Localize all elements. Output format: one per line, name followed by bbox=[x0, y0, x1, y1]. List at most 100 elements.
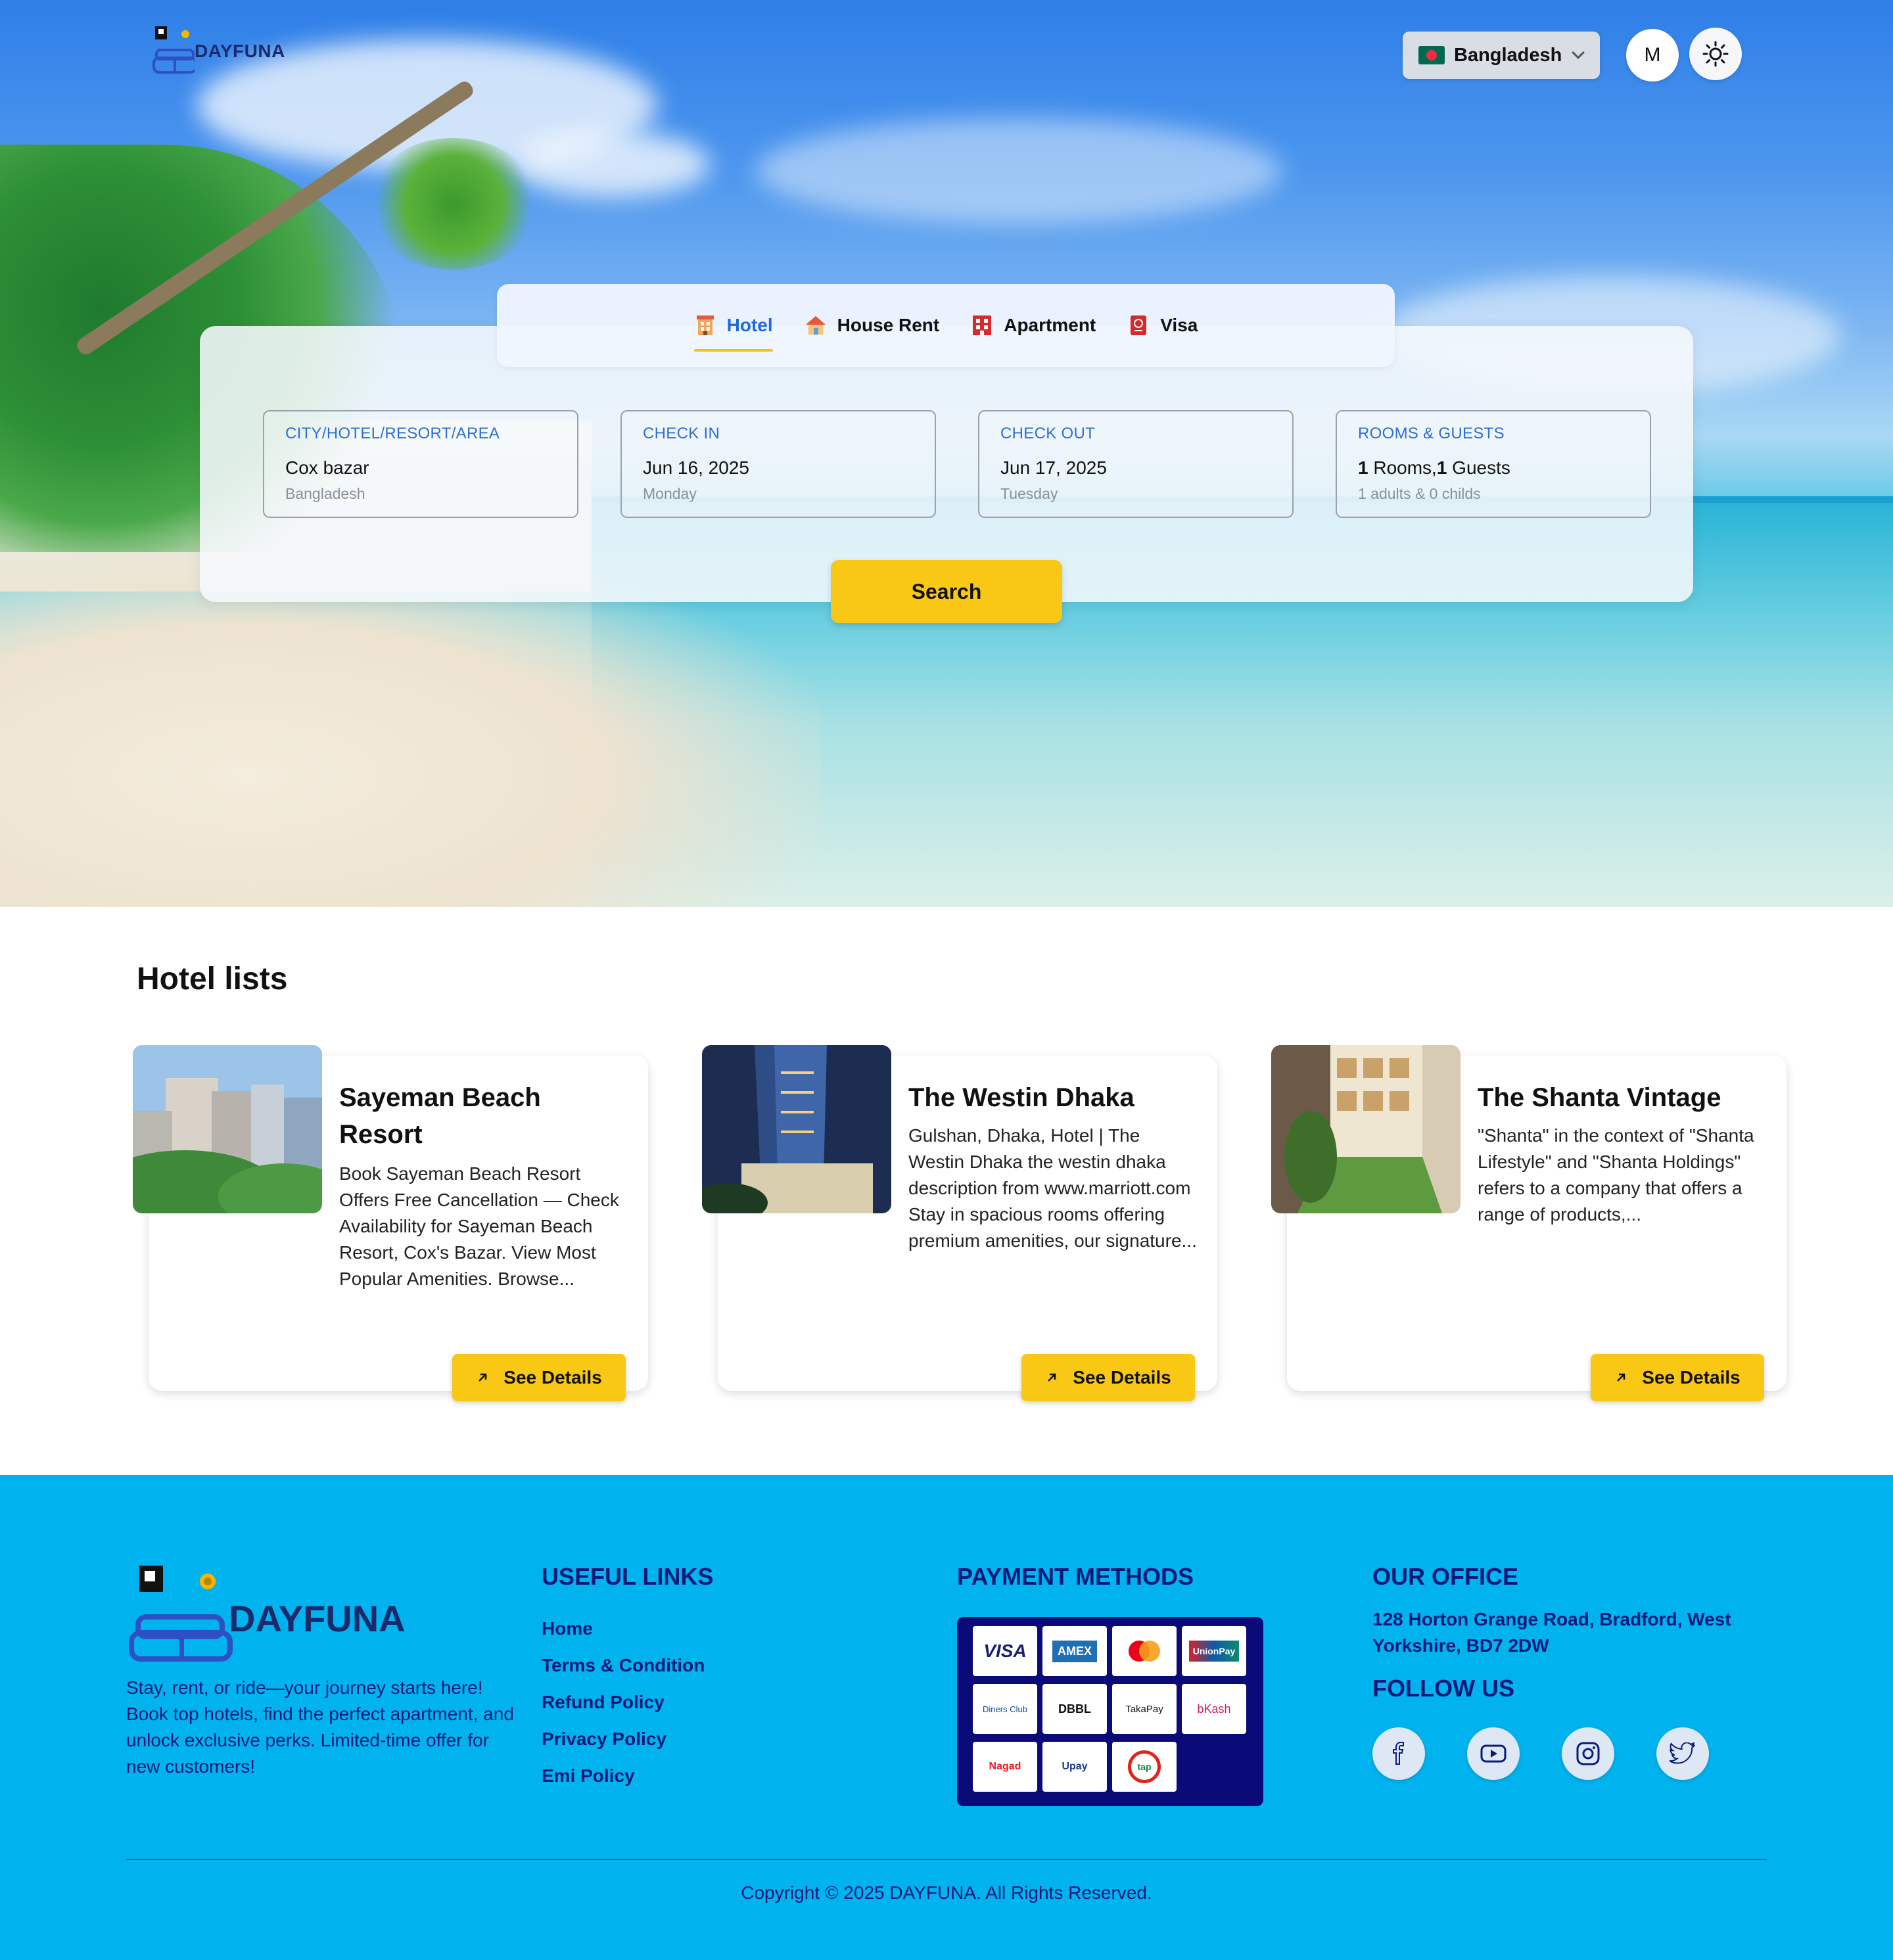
hotel-image bbox=[702, 1045, 891, 1213]
house-icon bbox=[805, 314, 827, 337]
dbbl-logo: DBBL bbox=[1042, 1684, 1107, 1734]
office-address: 128 Horton Grange Road, Bradford, West Y… bbox=[1372, 1609, 1731, 1656]
theme-toggle-button[interactable] bbox=[1689, 28, 1742, 80]
twitter-link[interactable] bbox=[1656, 1727, 1709, 1780]
field-sub: Monday bbox=[643, 485, 697, 502]
section-title: Hotel lists bbox=[137, 962, 288, 996]
field-sub: Tuesday bbox=[1000, 485, 1058, 502]
rooms-text: Rooms, bbox=[1368, 457, 1437, 478]
brand-name: DAYFUNA bbox=[195, 41, 285, 61]
sofa-logo-icon bbox=[129, 1566, 233, 1662]
upay-logo: Upay bbox=[1042, 1742, 1107, 1792]
see-details-button[interactable]: See Details bbox=[1021, 1354, 1195, 1401]
facebook-link[interactable] bbox=[1372, 1727, 1425, 1780]
footer-link-privacy[interactable]: Privacy Policy bbox=[542, 1729, 666, 1750]
brand-name: DAYFUNA bbox=[229, 1598, 406, 1639]
youtube-link[interactable] bbox=[1467, 1727, 1520, 1780]
hotel-name: The Shanta Vintage bbox=[1478, 1083, 1721, 1112]
field-value: Cox bazar bbox=[285, 457, 369, 478]
rooms-guests-field[interactable]: ROOMS & GUESTS 1 Rooms,1 Guests 1 adults… bbox=[1336, 410, 1651, 518]
hotel-image bbox=[1271, 1045, 1461, 1213]
twitter-icon bbox=[1670, 1742, 1695, 1764]
unionpay-logo: UnionPay bbox=[1182, 1626, 1246, 1676]
footer-link-terms[interactable]: Terms & Condition bbox=[542, 1655, 705, 1676]
hotel-icon bbox=[694, 314, 716, 337]
tab-visa[interactable]: Visa bbox=[1127, 306, 1198, 345]
useful-links-title: USEFUL LINKS bbox=[542, 1563, 714, 1590]
guests-count: 1 bbox=[1436, 457, 1447, 478]
palm-leaves bbox=[368, 138, 539, 269]
hotel-name: Sayeman Beach Resort bbox=[339, 1083, 541, 1149]
field-label: CHECK OUT bbox=[1000, 425, 1096, 442]
tab-apartment[interactable]: Apartment bbox=[971, 306, 1096, 345]
visa-logo: VISA bbox=[973, 1626, 1037, 1676]
payment-methods-box: VISA AMEX UnionPay Diners Club DBBL Taka… bbox=[957, 1617, 1263, 1806]
hotel-description: "Shanta" in the context of "Shanta Lifes… bbox=[1478, 1125, 1754, 1225]
amex-logo: AMEX bbox=[1042, 1626, 1107, 1676]
takapay-logo: TakaPay bbox=[1112, 1684, 1177, 1734]
field-value: Jun 17, 2025 bbox=[1000, 457, 1107, 478]
payment-name: AMEX bbox=[1052, 1640, 1097, 1662]
tab-label: Visa bbox=[1160, 315, 1198, 335]
office-title: OUR OFFICE bbox=[1372, 1563, 1518, 1590]
hotel-card[interactable]: Sayeman Beach Resort Book Sayeman Beach … bbox=[133, 1045, 648, 1401]
footer-link-refund[interactable]: Refund Policy bbox=[542, 1692, 665, 1713]
cloud bbox=[513, 131, 710, 197]
nagad-logo: Nagad bbox=[973, 1742, 1037, 1792]
button-label: See Details bbox=[1073, 1367, 1171, 1388]
cloud bbox=[756, 118, 1282, 223]
diners-club-logo: Diners Club bbox=[973, 1684, 1037, 1734]
see-details-button[interactable]: See Details bbox=[452, 1354, 626, 1401]
country-label: Bangladesh bbox=[1454, 44, 1562, 66]
tab-hotel[interactable]: Hotel bbox=[693, 306, 773, 352]
field-value: Jun 16, 2025 bbox=[643, 457, 749, 478]
hotel-card[interactable]: The Shanta Vintage "Shanta" in the conte… bbox=[1271, 1045, 1787, 1401]
arrow-up-right-icon bbox=[1048, 1373, 1056, 1382]
button-label: See Details bbox=[503, 1367, 602, 1388]
hotel-card[interactable]: The Westin Dhaka Gulshan, Dhaka, Hotel |… bbox=[702, 1045, 1217, 1401]
arrow-up-right-icon bbox=[1617, 1373, 1625, 1382]
footer-divider bbox=[126, 1859, 1767, 1860]
footer-link-emi[interactable]: Emi Policy bbox=[542, 1765, 635, 1786]
tab-label: Hotel bbox=[726, 315, 773, 335]
hotel-name: The Westin Dhaka bbox=[908, 1083, 1134, 1112]
logo[interactable]: DAYFUNA bbox=[152, 26, 285, 76]
facebook-icon bbox=[1393, 1742, 1404, 1765]
footer-logo[interactable]: DAYFUNA bbox=[129, 1563, 418, 1662]
button-label: See Details bbox=[1642, 1367, 1741, 1388]
footer-link-home[interactable]: Home bbox=[542, 1618, 593, 1639]
tab-house-rent[interactable]: House Rent bbox=[805, 306, 940, 345]
rooms-count: 1 bbox=[1358, 457, 1368, 478]
hotel-image bbox=[133, 1045, 322, 1213]
bkash-logo: bKash bbox=[1182, 1684, 1246, 1734]
checkin-field[interactable]: CHECK IN Jun 16, 2025 Monday bbox=[620, 410, 936, 518]
payment-name: tap bbox=[1128, 1750, 1161, 1783]
location-field[interactable]: CITY/HOTEL/RESORT/AREA Cox bazar Banglad… bbox=[263, 410, 578, 518]
instagram-link[interactable] bbox=[1562, 1727, 1614, 1780]
footer-tagline: Stay, rent, or ride—your journey starts … bbox=[126, 1677, 514, 1777]
bangladesh-flag-icon bbox=[1418, 46, 1445, 64]
passport-icon bbox=[1127, 314, 1150, 337]
chevron-down-icon bbox=[1572, 46, 1585, 59]
arrow-up-right-icon bbox=[479, 1373, 487, 1382]
field-sub: 1 adults & 0 childs bbox=[1358, 485, 1481, 502]
country-selector[interactable]: Bangladesh bbox=[1403, 32, 1600, 79]
field-label: ROOMS & GUESTS bbox=[1358, 425, 1505, 442]
tap-logo: tap bbox=[1112, 1742, 1177, 1792]
mastercard-logo bbox=[1112, 1626, 1177, 1676]
tab-label: Apartment bbox=[1004, 315, 1096, 335]
service-tabs: Hotel House Rent Apartment Visa bbox=[497, 284, 1395, 367]
payment-name: UnionPay bbox=[1188, 1641, 1240, 1662]
instagram-icon bbox=[1576, 1742, 1600, 1765]
field-label: CHECK IN bbox=[643, 425, 720, 442]
search-button[interactable]: Search bbox=[831, 560, 1062, 623]
apartment-icon bbox=[971, 314, 993, 337]
copyright-text: Copyright © 2025 DAYFUNA. All Rights Res… bbox=[741, 1882, 1152, 1903]
guests-text: Guests bbox=[1447, 457, 1510, 478]
tab-label: House Rent bbox=[837, 315, 940, 335]
see-details-button[interactable]: See Details bbox=[1591, 1354, 1764, 1401]
field-value: 1 Rooms,1 Guests bbox=[1358, 457, 1629, 478]
user-avatar[interactable]: M bbox=[1626, 29, 1679, 82]
field-sub: Bangladesh bbox=[285, 485, 365, 502]
checkout-field[interactable]: CHECK OUT Jun 17, 2025 Tuesday bbox=[978, 410, 1294, 518]
